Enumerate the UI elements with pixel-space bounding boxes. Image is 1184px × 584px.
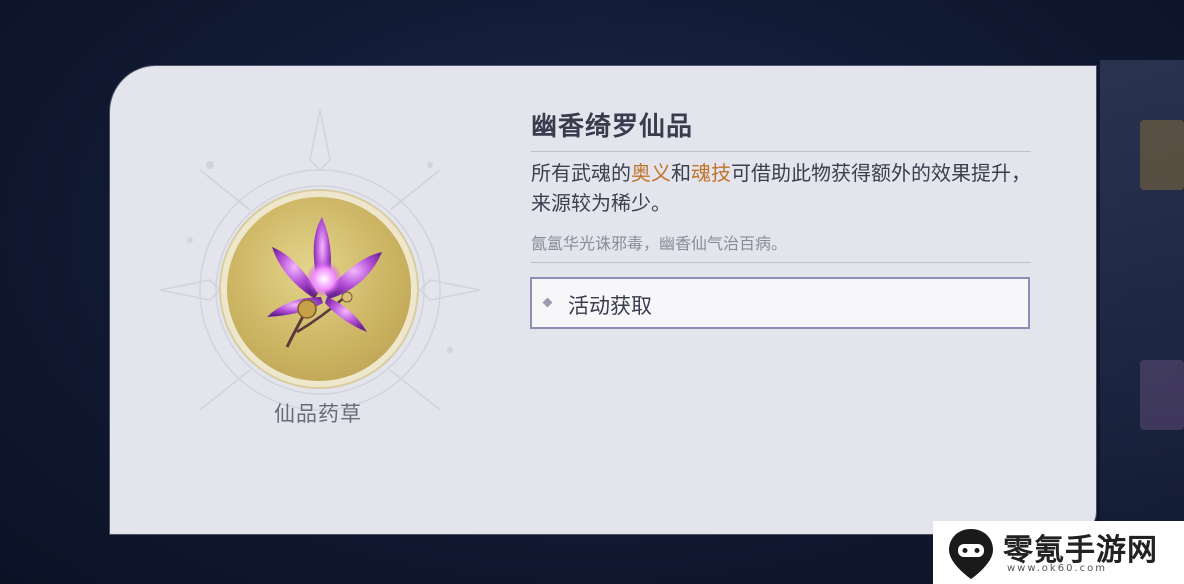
description-keyword: 魂技	[691, 161, 731, 185]
background-glow	[1140, 360, 1184, 430]
description-text: 所有武魂的	[531, 161, 631, 185]
watermark: 零氪手游网 www.ok60.com	[933, 521, 1184, 584]
purple-flower-icon	[267, 217, 382, 348]
background-side-panel	[1100, 60, 1184, 530]
flavor-divider	[531, 262, 1031, 263]
background-glow	[1140, 120, 1184, 190]
source-label: 活动获取	[568, 294, 652, 318]
diamond-bullet-icon	[542, 297, 553, 308]
item-flavor-text: 氤氲华光诛邪毒，幽香仙气治百病。	[531, 234, 788, 253]
source-activity-button[interactable]: 活动获取	[530, 277, 1030, 329]
item-description: 所有武魂的奥义和魂技可借助此物获得额外的效果提升，来源较为稀少。	[531, 158, 1036, 218]
gamepad-pin-logo-icon	[949, 529, 993, 579]
description-keyword: 奥义	[631, 161, 671, 185]
item-type-label: 仙品药草	[274, 402, 362, 426]
description-text: 和	[671, 161, 691, 185]
watermark-url: www.ok60.com	[1007, 563, 1107, 574]
item-name: 幽香绮罗仙品	[531, 112, 694, 142]
title-divider	[531, 151, 1031, 152]
